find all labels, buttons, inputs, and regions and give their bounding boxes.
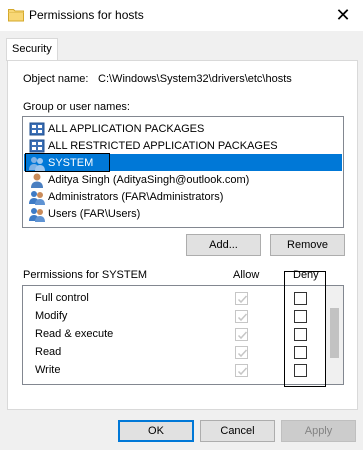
- object-name-label: Object name:: [23, 73, 89, 85]
- deny-checkbox[interactable]: [294, 328, 307, 341]
- deny-checkbox[interactable]: [294, 292, 307, 305]
- list-item[interactable]: Aditya Singh (AdityaSingh@outlook.com): [24, 171, 342, 188]
- users-group-icon: [29, 207, 45, 222]
- deny-checkbox[interactable]: [294, 310, 307, 323]
- user-icon: [31, 173, 43, 188]
- list-item-label: ALL RESTRICTED APPLICATION PACKAGES: [48, 139, 278, 152]
- tab-strip: Security: [0, 31, 363, 61]
- permissions-header: Permissions for SYSTEM: [23, 269, 148, 281]
- tab-security[interactable]: Security: [6, 38, 58, 61]
- check-icon: [237, 295, 248, 304]
- allow-checkbox: [235, 346, 248, 359]
- list-item-label: SYSTEM: [48, 156, 94, 169]
- scrollbar-thumb[interactable]: [330, 308, 339, 358]
- permission-row: Read: [23, 344, 323, 362]
- folder-icon: [8, 9, 24, 22]
- list-item[interactable]: Administrators (FAR\Administrators): [24, 188, 342, 205]
- permission-name: Full control: [35, 292, 89, 304]
- check-icon: [237, 331, 248, 340]
- list-item-label: Aditya Singh (AdityaSingh@outlook.com): [48, 173, 250, 186]
- list-item-selected[interactable]: SYSTEM: [24, 154, 342, 171]
- list-item-label: Administrators (FAR\Administrators): [48, 190, 224, 203]
- users-group-icon: [29, 156, 45, 171]
- apply-button[interactable]: Apply: [281, 420, 356, 442]
- permission-row: Write: [23, 362, 323, 380]
- deny-checkbox[interactable]: [294, 346, 307, 359]
- permission-row: Read & execute: [23, 326, 323, 344]
- permissions-list: Full control Modify Read & execute Read: [22, 285, 344, 385]
- allow-checkbox: [235, 292, 248, 305]
- remove-button[interactable]: Remove: [270, 234, 345, 256]
- object-name-value: C:\Windows\System32\drivers\etc\hosts: [98, 73, 292, 85]
- permission-row: Modify: [23, 308, 323, 326]
- window-title: Permissions for hosts: [29, 8, 144, 22]
- add-button[interactable]: Add...: [186, 234, 261, 256]
- allow-column-header: Allow: [233, 269, 260, 281]
- deny-column-header: Deny: [293, 269, 319, 281]
- users-group-icon: [29, 190, 45, 205]
- close-button[interactable]: ✕: [323, 0, 363, 30]
- package-group-icon: [29, 122, 45, 135]
- security-panel: Object name: C:\Windows\System32\drivers…: [7, 60, 358, 410]
- check-icon: [237, 349, 248, 358]
- permission-name: Write: [35, 364, 61, 376]
- permission-name: Read: [35, 346, 62, 358]
- deny-checkbox[interactable]: [294, 364, 307, 377]
- list-item[interactable]: ALL RESTRICTED APPLICATION PACKAGES: [24, 137, 342, 154]
- allow-checkbox: [235, 310, 248, 323]
- list-item[interactable]: Users (FAR\Users): [24, 205, 342, 222]
- cancel-button[interactable]: Cancel: [200, 420, 275, 442]
- check-icon: [237, 367, 248, 376]
- allow-checkbox: [235, 364, 248, 377]
- dialog-footer: OK Cancel Apply: [0, 410, 363, 450]
- permission-name: Modify: [35, 310, 68, 322]
- group-user-list[interactable]: ALL APPLICATION PACKAGES ALL RESTRICTED …: [22, 116, 344, 228]
- allow-checkbox: [235, 328, 248, 341]
- permission-row: Full control: [23, 290, 323, 308]
- package-group-icon: [29, 139, 45, 152]
- ok-button[interactable]: OK: [118, 420, 194, 442]
- list-item[interactable]: ALL APPLICATION PACKAGES: [24, 120, 342, 137]
- list-item-label: Users (FAR\Users): [48, 207, 141, 220]
- title-bar: Permissions for hosts ✕: [0, 0, 363, 31]
- list-item-label: ALL APPLICATION PACKAGES: [48, 122, 205, 135]
- check-icon: [237, 313, 248, 322]
- permission-name: Read & execute: [35, 328, 114, 340]
- close-icon: ✕: [335, 4, 351, 25]
- permissions-scrollbar[interactable]: [326, 286, 343, 384]
- group-list-label: Group or user names:: [23, 101, 130, 113]
